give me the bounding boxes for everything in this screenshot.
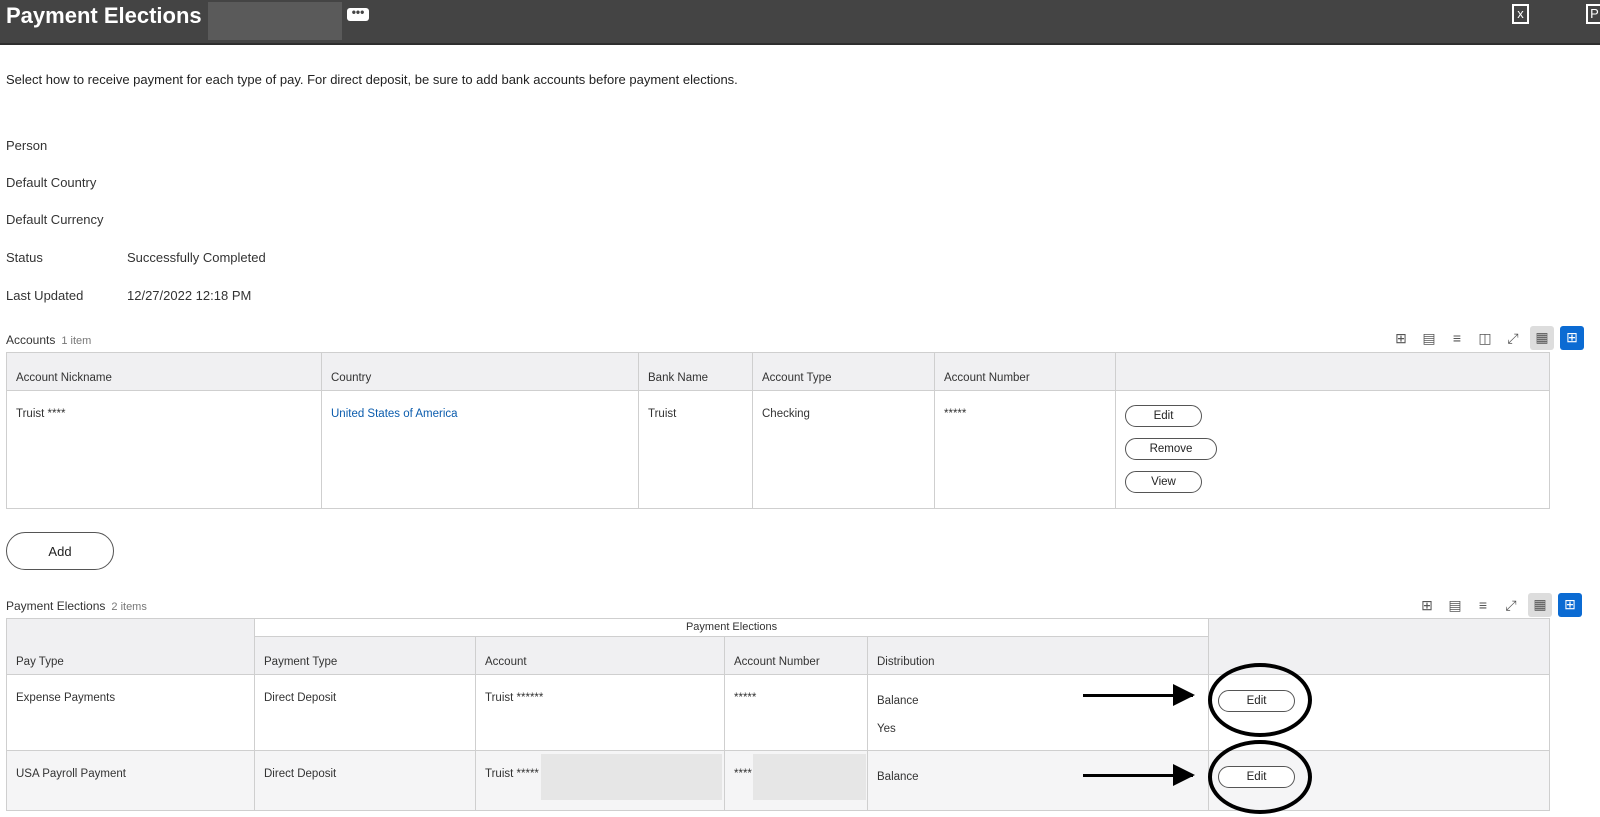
distribution-balance-flag: Yes xyxy=(877,723,896,735)
accounts-count: 1 item xyxy=(61,335,92,347)
col-account-type[interactable]: Account Type xyxy=(752,352,935,391)
col-country[interactable]: Country xyxy=(321,352,639,391)
col-account-number[interactable]: Account Number xyxy=(934,352,1116,391)
view-account-button[interactable]: View xyxy=(1125,471,1202,493)
field-value-status: Successfully Completed xyxy=(127,250,266,265)
annotation-arrow xyxy=(1083,684,1195,706)
col-account-nickname[interactable]: Account Nickname xyxy=(6,352,322,391)
print-icon[interactable]: ▤ xyxy=(1418,327,1440,349)
edit-account-button[interactable]: Edit xyxy=(1125,405,1202,427)
table-row: Truist **** United States of America Tru… xyxy=(6,390,1550,509)
account: Truist ****** xyxy=(475,674,725,751)
table-row: Expense Payments Direct Deposit Truist *… xyxy=(6,674,1551,751)
annotation-circle xyxy=(1208,663,1312,737)
columns-icon[interactable]: ◫ xyxy=(1474,327,1496,349)
table-view-icon[interactable]: ▦ xyxy=(1528,593,1552,617)
payment-type: Direct Deposit xyxy=(254,750,476,811)
annotation-arrow xyxy=(1083,764,1195,786)
pay-type: Expense Payments xyxy=(6,674,255,751)
pdf-export-icon[interactable]: P xyxy=(1586,4,1600,24)
instructions-text: Select how to receive payment for each t… xyxy=(6,72,738,87)
accounts-section-title: Accounts 1 item xyxy=(6,333,91,347)
elections-count: 2 items xyxy=(111,601,147,613)
col-account-number[interactable]: Account Number xyxy=(724,636,868,675)
field-value-last-updated: 12/27/2022 12:18 PM xyxy=(127,288,252,303)
account-number: ***** xyxy=(934,390,1116,509)
elections-section-title: Payment Elections 2 items xyxy=(6,599,147,613)
elections-toolbar: ⊞ ▤ ≡ ⤢ ▦ ⊞ xyxy=(1416,593,1582,617)
col-payment-type[interactable]: Payment Type xyxy=(254,636,476,675)
elections-title: Payment Elections xyxy=(6,599,106,613)
remove-account-button[interactable]: Remove xyxy=(1125,438,1217,460)
fullscreen-icon[interactable]: ⤢ xyxy=(1502,327,1524,349)
annotation-circle xyxy=(1208,740,1312,814)
col-account[interactable]: Account xyxy=(475,636,725,675)
page-header: Payment Elections ••• x P xyxy=(0,0,1600,45)
redacted-name xyxy=(208,2,342,40)
excel-export-icon[interactable]: ⊞ xyxy=(1416,594,1438,616)
col-distribution[interactable]: Distribution xyxy=(866,636,1210,675)
account-number: ***** xyxy=(724,674,868,751)
fullscreen-icon[interactable]: ⤢ xyxy=(1500,594,1522,616)
col-bank-name[interactable]: Bank Name xyxy=(638,352,753,391)
excel-export-icon[interactable]: ⊞ xyxy=(1390,327,1412,349)
print-icon[interactable]: ▤ xyxy=(1444,594,1466,616)
field-label-last-updated: Last Updated xyxy=(6,288,84,303)
pay-type: USA Payroll Payment xyxy=(6,750,255,811)
add-account-button[interactable]: Add xyxy=(6,532,114,570)
accounts-toolbar: ⊞ ▤ ≡ ◫ ⤢ ▦ ⊞ xyxy=(1390,326,1584,350)
field-label-status: Status xyxy=(6,250,43,265)
accounts-table: Account Nickname Country Bank Name Accou… xyxy=(6,352,1550,509)
more-actions-button[interactable]: ••• xyxy=(347,6,369,21)
group-header-payment-elections: Payment Elections xyxy=(253,618,1210,637)
redacted-account-number xyxy=(753,754,866,800)
field-label-default-country: Default Country xyxy=(6,175,97,190)
redacted-account xyxy=(541,754,722,800)
account-type: Checking xyxy=(752,390,935,509)
distribution: Balance xyxy=(866,750,1210,811)
grid-view-icon[interactable]: ⊞ xyxy=(1560,326,1584,350)
bank-name: Truist xyxy=(638,390,753,509)
country-link[interactable]: United States of America xyxy=(331,408,458,420)
accounts-title: Accounts xyxy=(6,333,56,347)
excel-export-icon[interactable]: x xyxy=(1512,4,1529,24)
filter-icon[interactable]: ≡ xyxy=(1446,327,1468,349)
col-actions xyxy=(1115,352,1550,391)
field-label-person: Person xyxy=(6,138,48,153)
payment-type: Direct Deposit xyxy=(254,674,476,751)
page-title: Payment Elections xyxy=(6,3,202,28)
grid-view-icon[interactable]: ⊞ xyxy=(1558,593,1582,617)
field-label-default-currency: Default Currency xyxy=(6,212,104,227)
col-pay-type[interactable]: Pay Type xyxy=(6,618,255,675)
filter-icon[interactable]: ≡ xyxy=(1472,594,1494,616)
account-nickname: Truist **** xyxy=(6,390,322,509)
table-view-icon[interactable]: ▦ xyxy=(1530,326,1554,350)
